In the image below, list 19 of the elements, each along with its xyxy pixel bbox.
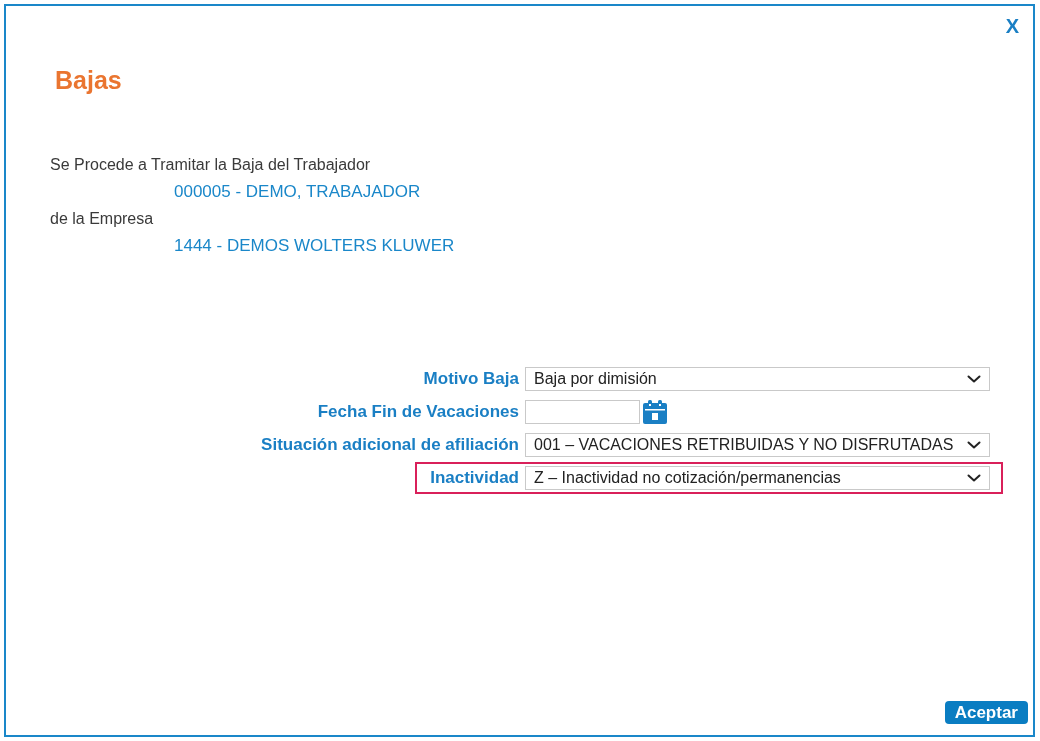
dialog-title: Bajas: [55, 65, 122, 95]
accept-button[interactable]: Aceptar: [944, 701, 1028, 724]
select-field[interactable]: Z – Inactividad no cotización/permanencias: [525, 466, 990, 490]
field-label: Inactividad: [430, 468, 519, 488]
chevron-down-icon: [967, 474, 981, 482]
select-field[interactable]: 001 – VACACIONES RETRIBUIDAS Y NO DISFRUTADAS: [525, 433, 990, 457]
calendar-icon[interactable]: [643, 400, 667, 424]
select-field[interactable]: Baja por dimisión: [525, 367, 990, 391]
intro-text: Se Procede a Tramitar la Baja del Trabajador: [50, 155, 371, 175]
chevron-down-icon: [967, 441, 981, 449]
intro-text: de la Empresa: [50, 209, 154, 229]
intro-value: 000005 - DEMO, TRABAJADOR: [174, 181, 421, 203]
field-label: Motivo Baja: [423, 369, 519, 389]
field-label: Fecha Fin de Vacaciones: [317, 402, 519, 422]
intro-value: 1444 - DEMOS WOLTERS KLUWER: [174, 235, 455, 257]
chevron-down-icon: [967, 375, 981, 383]
date-field[interactable]: [525, 400, 640, 424]
close-button[interactable]: X: [1003, 14, 1021, 38]
field-label: Situación adicional de afiliación: [261, 435, 519, 455]
